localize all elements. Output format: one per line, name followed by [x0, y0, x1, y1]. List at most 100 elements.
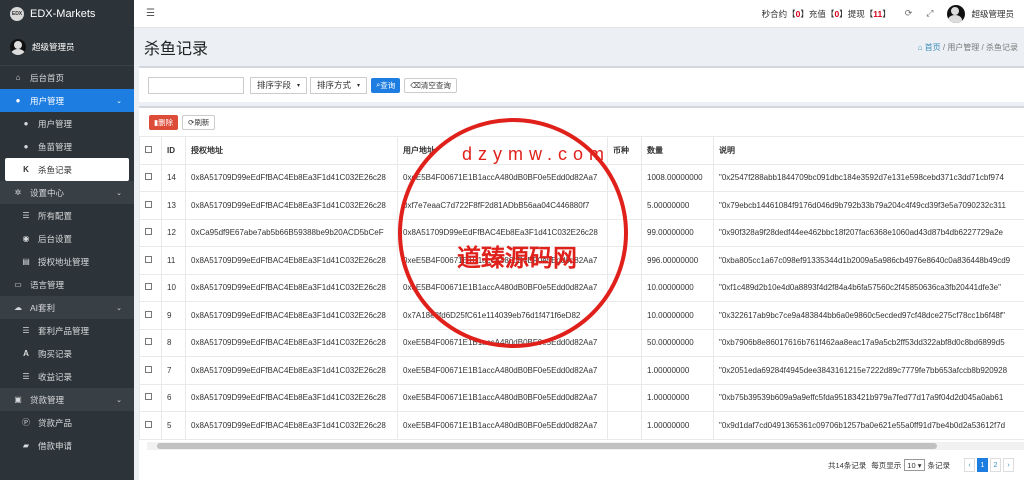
sort-order-select[interactable]: 排序方式 ▾ — [310, 76, 368, 94]
col-auth-address[interactable]: 授权地址 — [185, 136, 398, 165]
records-table: ID 授权地址 用户地址 币种 数量 说明 14 0x8A51709D99eEdF… — [139, 136, 1024, 440]
refresh-button[interactable]: ⟳ 刷新 — [182, 114, 216, 130]
row-checkbox[interactable] — [139, 411, 162, 440]
table-row[interactable]: 5 0x8A51709D99eEdFfBAC4Eb8Ea3F1d41C032E26… — [139, 411, 1024, 440]
search-input[interactable] — [148, 76, 244, 94]
sidebar-item-loan-apply[interactable]: ▰ 借款申请 — [0, 434, 134, 457]
cell-auth-address: 0x8A51709D99eEdFfBAC4Eb8Ea3F1d41C032E26c… — [185, 191, 398, 220]
sidebar-item-users[interactable]: ● 用户管理 — [0, 112, 134, 135]
clear-button[interactable]: ⌫ 清空查询 — [404, 77, 457, 93]
sidebar-item-settings[interactable]: ✲ 设置中心 ⌄ — [0, 181, 134, 204]
page-2[interactable]: 2 — [990, 458, 1001, 472]
table-row[interactable]: 7 0x8A51709D99eEdFfBAC4Eb8Ea3F1d41C032E26… — [139, 356, 1024, 385]
sidebar-item-language[interactable]: ▭ 语言管理 — [0, 273, 134, 296]
table-row[interactable]: 11 0x8A51709D99eEdFfBAC4Eb8Ea3F1d41C032E2… — [139, 246, 1024, 275]
sidebar-item-loan-mgmt[interactable]: ▣ 贷款管理 ⌄ — [0, 388, 134, 411]
row-checkbox[interactable] — [139, 163, 162, 192]
fullscreen-icon[interactable]: ⤢ — [926, 8, 933, 19]
sidebar-item-loan-products[interactable]: Ⓟ 贷款产品 — [0, 411, 134, 434]
page-1[interactable]: 1 — [977, 458, 988, 472]
row-checkbox[interactable] — [139, 383, 162, 412]
table-row[interactable]: 10 0x8A51709D99eEdFfBAC4Eb8Ea3F1d41C032E2… — [139, 273, 1024, 302]
per-page-select[interactable]: 10 ▾ — [904, 459, 925, 471]
cell-user-address: 0x7A18e8fd6D25fC61e114039eb76d1f471f6eD8… — [397, 301, 608, 330]
avatar — [10, 38, 26, 55]
breadcrumb-home[interactable]: 首页 — [925, 43, 941, 52]
cell-id: 9 — [161, 301, 186, 330]
row-checkbox[interactable] — [139, 191, 162, 220]
sidebar-item-label: 后台设置 — [38, 233, 73, 244]
sidebar-item-arb-products[interactable]: ☰ 套利产品管理 — [0, 319, 134, 342]
cell-user-address: 0xeE5B4F00671E1B1accA480dB0BF0e5Edd0d82A… — [397, 411, 608, 440]
cell-auth-address: 0x8A51709D99eEdFfBAC4Eb8Ea3F1d41C032E26c… — [185, 356, 398, 385]
cell-amount: 10.00000000 — [641, 273, 714, 302]
sidebar-item-all-config[interactable]: ☰ 所有配置 — [0, 204, 134, 227]
row-checkbox[interactable] — [139, 356, 162, 385]
table-row[interactable]: 9 0x8A51709D99eEdFfBAC4Eb8Ea3F1d41C032E26… — [139, 301, 1024, 330]
admin-menu[interactable]: 超级管理员 — [947, 4, 1014, 23]
table-row[interactable]: 13 0x8A51709D99eEdFfBAC4Eb8Ea3F1d41C032E2… — [139, 191, 1024, 220]
sidebar-item-ai-arbitrage[interactable]: ☁ AI套利 ⌄ — [0, 296, 134, 319]
sidebar-item-user-mgmt[interactable]: ● 用户管理 ⌄ — [0, 89, 134, 112]
sidebar-item-label: 鱼苗管理 — [38, 141, 73, 152]
row-checkbox[interactable] — [139, 246, 162, 275]
stat-deposit-label[interactable]: 充值 — [809, 8, 826, 20]
sidebar-item-income-records[interactable]: ☰ 收益记录 — [0, 365, 134, 388]
topbar: ☰ 秒合约 【0】 充值 【0】 提现 【11】 ⟳ ⤢ 超级管理员 — [134, 0, 1024, 28]
col-coin[interactable]: 币种 — [607, 136, 642, 165]
sidebar-item-label: 贷款产品 — [38, 417, 73, 428]
list-icon: ☰ — [22, 372, 30, 381]
stat-contract-label[interactable]: 秒合约 — [762, 8, 788, 20]
cell-coin — [607, 273, 642, 302]
cell-user-address: 0xf7e7eaaC7d722F8fF2d81ADbB56aa04C446880… — [397, 191, 608, 220]
sidebar-item-auth-address[interactable]: ▤ 授权地址管理 — [0, 250, 134, 273]
cell-user-address: 0x8A51709D99eEdFfBAC4Eb8Ea3F1d41C032E26c… — [397, 218, 608, 247]
scrollbar-thumb[interactable] — [157, 443, 937, 449]
table-row[interactable]: 6 0x8A51709D99eEdFfBAC4Eb8Ea3F1d41C032E26… — [139, 383, 1024, 412]
sidebar-item-admin-settings[interactable]: ◉ 后台设置 — [0, 227, 134, 250]
select-all-checkbox[interactable] — [139, 136, 162, 165]
row-checkbox[interactable] — [139, 301, 162, 330]
eraser-icon: ⌫ — [410, 80, 421, 90]
sidebar-item-fish[interactable]: ● 鱼苗管理 — [0, 135, 134, 158]
table-row[interactable]: 14 0x8A51709D99eEdFfBAC4Eb8Ea3F1d41C032E2… — [139, 163, 1024, 192]
gears-icon: ✲ — [14, 188, 22, 197]
page-title: 杀鱼记录 — [144, 41, 209, 58]
row-checkbox[interactable] — [139, 218, 162, 247]
table-row[interactable]: 12 0xCa95df9E67abe7ab5b66B59388be9b20ACD5… — [139, 218, 1024, 247]
menu-toggle-icon[interactable]: ☰ — [146, 8, 155, 19]
stat-withdraw-label[interactable]: 提现 — [848, 8, 865, 20]
cell-note: "0x9d1daf7cd0491365361c09706b1257ba0e621… — [713, 411, 1024, 440]
col-note[interactable]: 说明 — [713, 136, 1024, 165]
page-header: 杀鱼记录 ⌂ 首页 / 用户管理 / 杀鱼记录 — [134, 28, 1024, 66]
refresh-icon[interactable]: ⟳ — [905, 8, 913, 19]
sidebar-item-kill-records[interactable]: K 杀鱼记录 — [5, 158, 129, 181]
cell-coin — [607, 163, 642, 192]
row-checkbox[interactable] — [139, 328, 162, 357]
cell-user-address: 0xeE5B4F00671E1B1accA480dB0BF0e5Edd0d82A… — [397, 356, 608, 385]
truck-icon: ▰ — [22, 441, 30, 450]
page-next[interactable]: › — [1003, 458, 1014, 472]
brand-logo: EDX — [10, 7, 24, 21]
cell-coin — [607, 191, 642, 220]
circle-icon: ◉ — [22, 234, 30, 243]
sort-field-select[interactable]: 排序字段 ▾ — [250, 76, 308, 94]
table-row[interactable]: 8 0x8A51709D99eEdFfBAC4Eb8Ea3F1d41C032E26… — [139, 328, 1024, 357]
cell-note: "0x79ebcb14461084f9176d046d9b792b33b79a2… — [713, 191, 1024, 220]
sidebar: EDX EDX-Markets 超级管理员 ⌂ 后台首页 ● 用户管理 ⌄ ● 用户管理… — [0, 0, 134, 480]
search-button[interactable]: ⌕ 查询 — [371, 77, 401, 93]
users-icon: ● — [15, 96, 21, 105]
col-amount[interactable]: 数量 — [641, 136, 714, 165]
col-user-address[interactable]: 用户地址 — [397, 136, 608, 165]
sidebar-item-purchase-records[interactable]: A 购买记录 — [0, 342, 134, 365]
delete-button[interactable]: ▮ 删除 — [149, 114, 179, 130]
sidebar-item-home[interactable]: ⌂ 后台首页 — [0, 66, 134, 89]
cell-auth-address: 0x8A51709D99eEdFfBAC4Eb8Ea3F1d41C032E26c… — [185, 383, 398, 412]
brand[interactable]: EDX EDX-Markets — [0, 0, 134, 28]
col-id[interactable]: ID — [161, 136, 186, 165]
table-header-row: ID 授权地址 用户地址 币种 数量 说明 — [139, 136, 1024, 165]
horizontal-scrollbar[interactable] — [147, 442, 1024, 450]
home-icon[interactable]: ⌂ — [918, 43, 925, 52]
page-prev[interactable]: ‹ — [964, 458, 975, 472]
row-checkbox[interactable] — [139, 273, 162, 302]
